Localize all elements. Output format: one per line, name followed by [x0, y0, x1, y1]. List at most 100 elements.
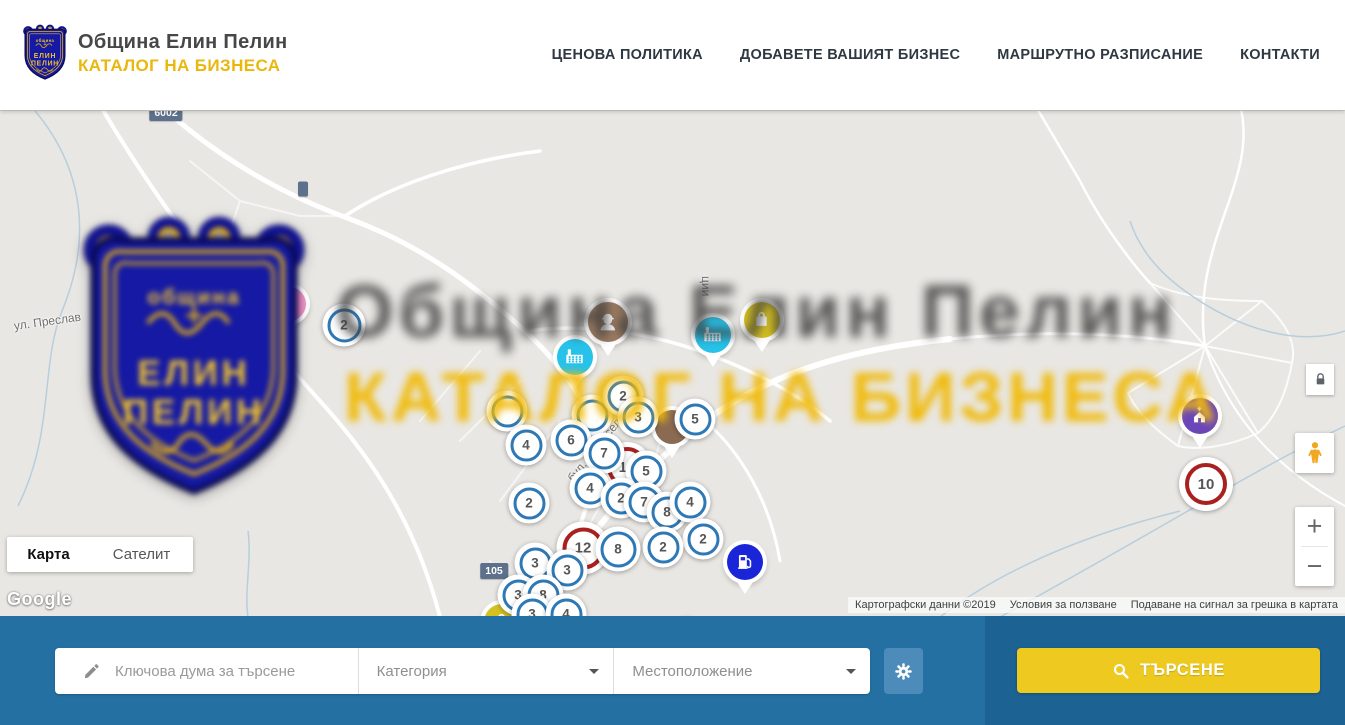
- search-input-group: Категория Местоположение: [55, 648, 870, 694]
- search-button[interactable]: ТЪРСЕНЕ: [1017, 648, 1320, 693]
- map-attribution: Картографски данни ©2019 Условия за полз…: [848, 597, 1345, 613]
- bag-pin[interactable]: [744, 302, 780, 338]
- lock-icon: [1314, 372, 1327, 387]
- pencil-icon: [83, 662, 101, 680]
- municipal-crest-logo: община ЕЛИН ПЕЛИН: [22, 24, 68, 82]
- cluster-count: 10: [1198, 476, 1215, 493]
- church-pin[interactable]: [1182, 398, 1218, 434]
- attribution-data: Картографски данни ©2019: [848, 599, 1003, 611]
- nav-item-3[interactable]: МАРШРУТНО РАЗПИСАНИЕ: [997, 47, 1203, 63]
- fuel-pin[interactable]: [727, 544, 763, 580]
- cluster-marker[interactable]: 2: [643, 527, 684, 568]
- cluster-count: 3: [531, 556, 539, 571]
- main-nav: ЦЕНОВА ПОЛИТИКА ДОБАВЕТЕ ВАШИЯТ БИЗНЕС МАР…: [552, 0, 1320, 110]
- cluster-marker[interactable]: 8: [596, 527, 641, 572]
- cluster-count: 2: [525, 496, 533, 511]
- bag-icon: [744, 302, 780, 338]
- crest-name2-text: ПЕЛИН: [31, 61, 59, 68]
- cluster-marker[interactable]: 2: [683, 519, 724, 560]
- keyword-field-wrap: [55, 648, 358, 694]
- category-select-value: Категория: [377, 663, 590, 680]
- site-title: Община Елин Пелин: [78, 31, 288, 54]
- attribution-terms-link[interactable]: Условия за ползване: [1003, 599, 1124, 611]
- cluster-count: 3: [214, 257, 222, 272]
- zoom-out-button[interactable]: −: [1295, 547, 1334, 586]
- location-select-value: Местоположение: [632, 663, 846, 680]
- cluster-marker[interactable]: 5: [675, 399, 716, 440]
- cluster-count: 2: [186, 285, 194, 300]
- cluster-count: 4: [586, 481, 594, 496]
- markers-layer: 23512223564137542278422128333834510: [0, 111, 1345, 616]
- pegman-button[interactable]: [1295, 433, 1334, 473]
- location-select[interactable]: Местоположение: [614, 648, 870, 694]
- cluster-count: 3: [563, 563, 571, 578]
- pin-tail: [1192, 436, 1208, 448]
- worker-pin[interactable]: [588, 302, 628, 342]
- search-icon: [1112, 662, 1130, 680]
- nav-item-1[interactable]: ЦЕНОВА ПОЛИТИКА: [552, 47, 703, 63]
- cluster-count: 8: [614, 542, 622, 557]
- lock-button[interactable]: [1306, 364, 1334, 395]
- cluster-marker[interactable]: 2: [509, 483, 550, 524]
- cluster-marker[interactable]: 3: [618, 397, 659, 438]
- advanced-settings-button[interactable]: [884, 648, 923, 694]
- pin-tail: [705, 355, 721, 367]
- factory-pin[interactable]: [140, 243, 176, 279]
- keyword-search-input[interactable]: [115, 663, 358, 680]
- attribution-report-link[interactable]: Подаване на сигнал за грешка в картата: [1124, 599, 1345, 611]
- cluster-count: 5: [642, 464, 650, 479]
- cluster-marker[interactable]: 4: [506, 425, 547, 466]
- search-button-label: ТЪРСЕНЕ: [1140, 661, 1225, 680]
- cluster-marker[interactable]: 12: [240, 261, 293, 314]
- cluster-count: 5: [691, 412, 699, 427]
- worker-icon: [588, 302, 628, 342]
- cluster-count: 4: [522, 438, 530, 453]
- cluster-count: 2: [340, 318, 348, 333]
- pin-tail: [737, 582, 753, 594]
- google-logo[interactable]: Google: [7, 589, 72, 610]
- crest-top-text: община: [36, 38, 55, 43]
- zoom-in-button[interactable]: +: [1295, 507, 1334, 546]
- pin-tail: [664, 446, 680, 458]
- cluster-count: 7: [600, 446, 608, 461]
- factory-pin[interactable]: [557, 339, 593, 375]
- factory-icon: [140, 243, 176, 279]
- site-subtitle: КАТАЛОГ НА БИЗНЕСА: [78, 56, 288, 76]
- map-canvas[interactable]: 6002105ул. Преславбул. „Новоселции 23512…: [0, 110, 1345, 616]
- cluster-count: 12: [258, 279, 275, 296]
- gear-icon: [893, 661, 914, 682]
- factory-icon: [695, 317, 731, 353]
- church-icon: [1182, 398, 1218, 434]
- pin-tail: [150, 281, 166, 293]
- zoom-control: + −: [1295, 507, 1334, 586]
- cluster-marker[interactable]: 10: [1179, 457, 1233, 511]
- pin-tail: [281, 323, 297, 335]
- nav-item-2[interactable]: ДОБАВЕТЕ ВАШИЯТ БИЗНЕС: [740, 47, 960, 63]
- chevron-down-icon: [589, 669, 599, 674]
- site-logo[interactable]: община ЕЛИН ПЕЛИН Община Елин Пелин КАТА…: [22, 24, 288, 82]
- fuel-icon: [727, 544, 763, 580]
- cluster-count: 2: [659, 540, 667, 555]
- cluster-count: 4: [686, 495, 694, 510]
- search-bar: Категория Местоположение: [0, 616, 1345, 725]
- site-header: община ЕЛИН ПЕЛИН Община Елин Пелин КАТА…: [0, 0, 1345, 110]
- factory-icon: [557, 339, 593, 375]
- cluster-count: 6: [567, 433, 575, 448]
- category-select[interactable]: Категория: [359, 648, 614, 694]
- pin-tail: [754, 340, 770, 352]
- cluster-count: 3: [528, 607, 536, 617]
- factory-pin[interactable]: [695, 317, 731, 353]
- cluster-marker[interactable]: 2: [323, 304, 366, 347]
- map-type-map-button[interactable]: Карта: [7, 537, 90, 572]
- chevron-down-icon: [846, 669, 856, 674]
- cluster-count: 3: [634, 410, 642, 425]
- cluster-marker[interactable]: 4: [670, 482, 711, 523]
- nav-item-4[interactable]: КОНТАКТИ: [1240, 47, 1320, 63]
- pegman-icon: [1304, 440, 1326, 466]
- cluster-marker[interactable]: [186, 305, 227, 346]
- pin-tail: [600, 344, 616, 356]
- crest-name1-text: ЕЛИН: [34, 53, 56, 60]
- pin-tail: [567, 377, 583, 389]
- cluster-count: 2: [699, 532, 707, 547]
- map-type-satellite-button[interactable]: Сателит: [90, 537, 193, 572]
